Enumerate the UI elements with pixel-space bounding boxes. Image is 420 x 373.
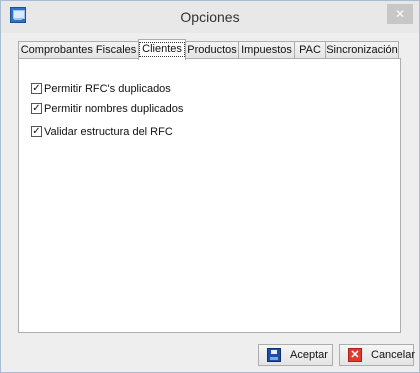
cancel-button[interactable]: ✕ Cancelar [339,344,416,366]
checkbox[interactable]: ✓ [31,103,42,114]
tab-impuestos[interactable]: Impuestos [238,41,295,59]
window-title: Opciones [180,9,240,25]
close-button[interactable]: ✕ [387,4,413,24]
accept-button[interactable]: Aceptar [258,344,333,366]
accept-label: Aceptar [290,349,328,361]
tab-label: Clientes [139,42,185,57]
tab-pac[interactable]: PAC [294,41,326,59]
cancel-label: Cancelar [371,349,416,361]
clientes-panel: ✓ Permitir RFC's duplicados ✓ Permitir n… [18,58,401,333]
checkbox[interactable]: ✓ [31,83,42,94]
tab-label: PAC [299,44,321,56]
tab-clientes[interactable]: Clientes [138,39,186,60]
tab-label: Productos [187,44,237,56]
save-icon [267,348,281,362]
tab-productos[interactable]: Productos [185,41,239,59]
checkbox[interactable]: ✓ [31,126,42,137]
checkbox-label: Permitir nombres duplicados [44,103,184,115]
tab-sincronizacion[interactable]: Sincronización [325,41,399,59]
checkbox-label: Permitir RFC's duplicados [44,83,171,95]
cancel-icon: ✕ [348,348,362,362]
tab-label: Comprobantes Fiscales [20,44,137,56]
tab-label: Impuestos [241,44,292,56]
title-bar[interactable]: Opciones ✕ [1,1,419,33]
tab-comprobantes-fiscales[interactable]: Comprobantes Fiscales [18,41,139,59]
tab-label: Sincronización [326,44,398,56]
close-icon: ✕ [394,7,406,21]
checkbox-label: Validar estructura del RFC [44,126,173,138]
options-window: Opciones ✕ Comprobantes Fiscales Cliente… [0,0,420,373]
